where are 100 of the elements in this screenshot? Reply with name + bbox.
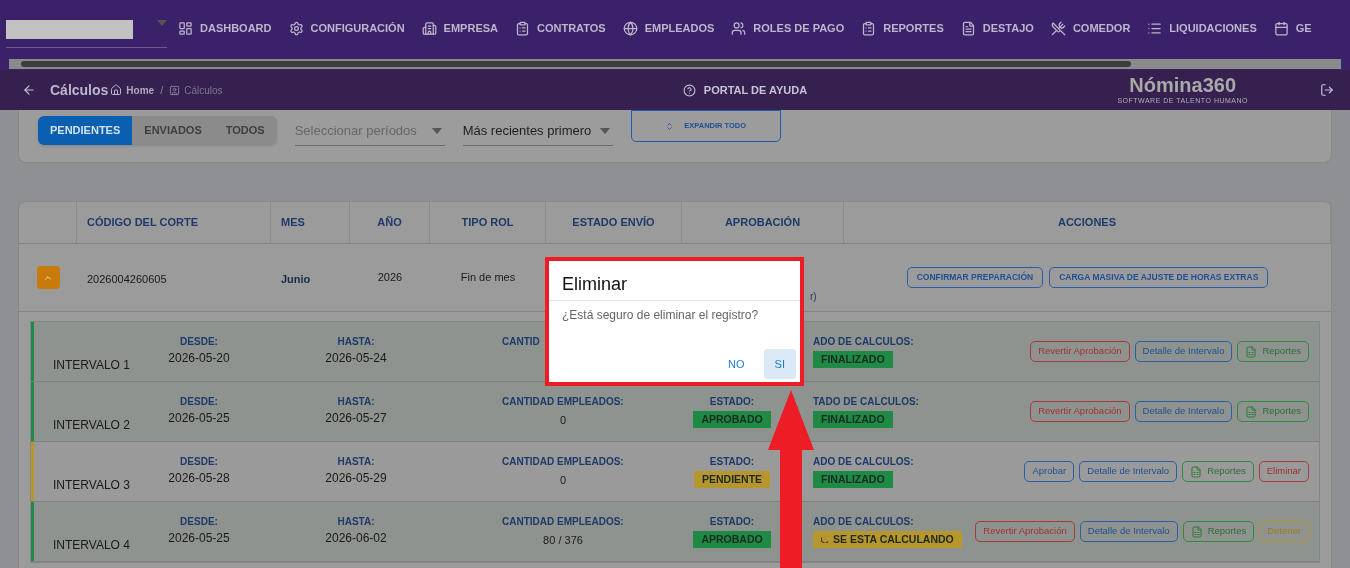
interval-name: INTERVALO 1 (53, 358, 130, 372)
date-value: 2026-05-28 (168, 470, 230, 487)
action-button[interactable]: CARGA MASIVA DE AJUSTE DE HORAS EXTRAS (1049, 267, 1269, 288)
spreadsheet-icon (1190, 525, 1203, 538)
action-button[interactable]: Reportes (1237, 341, 1309, 362)
dropdown-caret-icon (431, 127, 442, 134)
action-button[interactable]: Detalle de Intervalo (1134, 401, 1233, 422)
action-button[interactable]: Reportes (1182, 461, 1254, 482)
status-badge: FINALIZADO (813, 411, 893, 428)
table-cell: Junio (281, 272, 311, 285)
dashboard-icon (178, 21, 193, 36)
field-label: DESDE: (180, 335, 218, 349)
spreadsheet-icon (1245, 405, 1258, 418)
building-icon (421, 21, 437, 36)
action-button[interactable]: Detalle de Intervalo (1079, 461, 1178, 482)
field-label: ESTADO: (709, 455, 755, 469)
nav-link[interactable]: REPORTES (861, 20, 944, 37)
nav-link[interactable]: CONFIGURACIÓN (288, 20, 405, 37)
spreadsheet-icon (1190, 465, 1203, 478)
column-header: ACCIONES (1057, 215, 1117, 231)
interval-name: INTERVALO 4 (53, 538, 130, 552)
date-value: 2026-05-20 (168, 350, 230, 367)
list-icon (1147, 21, 1163, 36)
date-value: 2026-05-29 (325, 470, 387, 487)
document-icon (960, 21, 976, 36)
field-label: DESDE: (180, 395, 218, 409)
clipboard-icon (861, 21, 877, 36)
nav-link[interactable]: ROLES DE PAGO (731, 20, 845, 37)
dialog-message: ¿Está seguro de eliminar el registro? (561, 307, 760, 324)
field-label: ESTADO: (709, 395, 755, 409)
field-label: HASTA: (337, 455, 375, 469)
help-icon (682, 83, 696, 97)
collapse-toggle-button[interactable] (36, 266, 60, 289)
users-icon (731, 21, 747, 36)
field-label: TADO DE CALCULOS: (813, 395, 919, 409)
column-header: APROBACIÓN (724, 215, 801, 231)
filter-tab[interactable]: ENVIADOS (132, 116, 214, 145)
nav-link[interactable]: EMPLEADOS (622, 20, 715, 37)
column-header: AÑO (377, 215, 402, 231)
column-header: ESTADO ENVÍO (572, 215, 655, 231)
help-portal-link[interactable]: PORTAL DE AYUDA (682, 81, 808, 99)
interval-name: INTERVALO 3 (53, 478, 130, 492)
field-label: HASTA: (337, 515, 375, 529)
spinner-icon (821, 536, 829, 543)
field-label: CANTIDAD EMPLEADOS: (502, 455, 624, 469)
status-badge: FINALIZADO (813, 471, 893, 488)
dialog-title: Eliminar (549, 261, 800, 301)
home-icon (110, 84, 123, 96)
action-button[interactable]: CONFIRMAR PREPARACIÓN (906, 267, 1044, 288)
status-badge: APROBADO (693, 411, 771, 428)
employee-count: 80 / 376 (543, 533, 583, 548)
logout-icon[interactable] (1320, 83, 1334, 97)
action-button[interactable]: Revertir Aprobación (975, 521, 1075, 542)
action-button[interactable]: Detalle de Intervalo (1079, 521, 1178, 542)
approval-note: r) (810, 290, 817, 304)
field-label: DESDE: (180, 515, 218, 529)
column-header: TIPO ROL (461, 215, 514, 231)
nav-link[interactable]: COMEDOR (1050, 20, 1131, 37)
table-cell: 2026004260605 (87, 272, 167, 285)
filter-tab[interactable]: TODOS (213, 116, 277, 145)
action-button[interactable]: Revertir Aprobación (1030, 401, 1130, 422)
employee-count: 0 (559, 473, 567, 488)
nav-link[interactable]: CONTRATOS (515, 20, 606, 37)
user-card-icon (169, 84, 181, 96)
select-value: Más recientes primero (462, 121, 592, 140)
field-label: ADO DE CALCULOS: (813, 335, 914, 349)
field-label: HASTA: (337, 335, 375, 349)
column-header: CÓDIGO DEL CORTE (87, 215, 199, 231)
field-label: CANTIDAD EMPLEADOS: (502, 515, 624, 529)
action-button[interactable]: Reportes (1182, 521, 1255, 542)
nav-link[interactable]: EMPRESA (421, 20, 498, 37)
table-cell-text: Fin de mes (460, 270, 516, 286)
action-button[interactable]: Detalle de Intervalo (1134, 341, 1233, 362)
breadcrumb-separator: / (160, 82, 164, 98)
field-label: CANTIDAD EMPLEADOS: (502, 395, 624, 409)
spreadsheet-icon (1245, 345, 1258, 358)
nav-link[interactable]: LIQUIDACIONES (1147, 20, 1257, 37)
nav-link[interactable]: GE (1273, 20, 1312, 37)
dropdown-caret-icon (157, 19, 167, 26)
action-button[interactable]: Eliminar (1258, 461, 1309, 482)
clipboard-icon (515, 21, 530, 36)
settings-icon (288, 21, 304, 36)
logo-wordmark: Nómina360 (1129, 73, 1237, 96)
filter-tab[interactable]: PENDIENTES (38, 116, 133, 145)
status-badge: PENDIENTE (693, 471, 771, 488)
nav-link[interactable]: DASHBOARD (178, 20, 272, 37)
dialog-button[interactable]: SI (763, 349, 796, 379)
calendar-icon (1273, 21, 1289, 36)
action-button[interactable]: Reportes (1237, 401, 1309, 422)
column-header: MES (281, 215, 305, 231)
status-badge: FINALIZADO (813, 351, 893, 368)
nav-link[interactable]: DESTAJO (960, 20, 1034, 37)
breadcrumb-link[interactable]: Home (126, 82, 155, 98)
action-button[interactable]: Aprobar (1024, 461, 1075, 482)
sort-select[interactable]: Más recientes primero (462, 116, 613, 146)
date-value: 2026-05-27 (325, 410, 387, 427)
date-value: 2026-06-02 (325, 530, 387, 547)
action-button[interactable]: Revertir Aprobación (1030, 341, 1130, 362)
status-badge: SE ESTA CALCULANDO (813, 531, 962, 548)
field-label: CANTID (502, 335, 540, 349)
